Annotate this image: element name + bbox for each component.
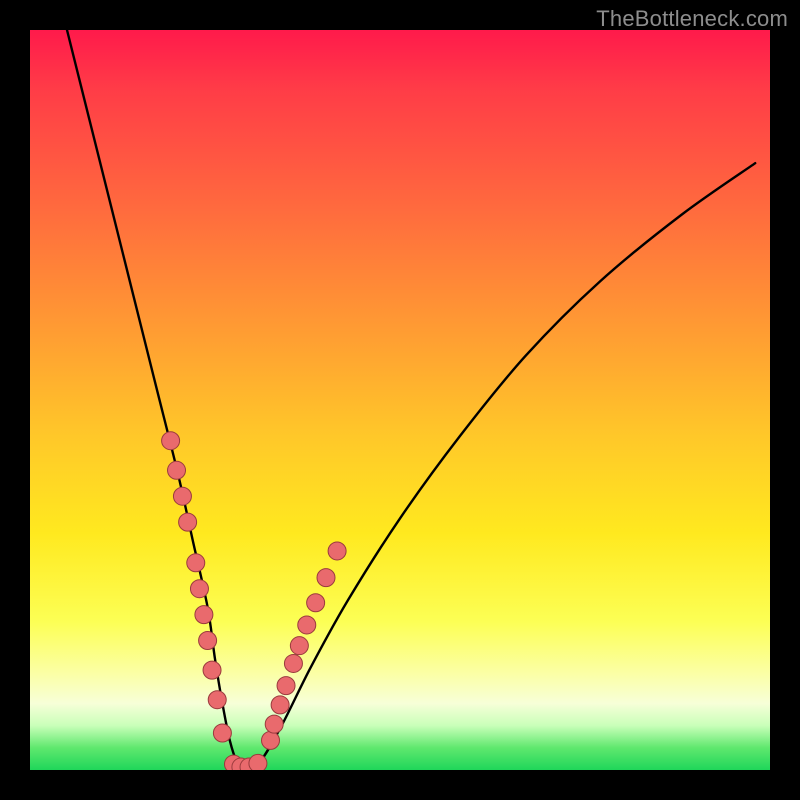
watermark-text: TheBottleneck.com [596, 6, 788, 32]
data-marker [213, 724, 231, 742]
bottleneck-curve [67, 30, 755, 770]
curve-layer [67, 30, 755, 770]
data-marker [168, 461, 186, 479]
data-marker [307, 594, 325, 612]
marker-layer [162, 432, 347, 770]
data-marker [290, 637, 308, 655]
data-marker [208, 691, 226, 709]
data-marker [203, 661, 221, 679]
data-marker [173, 487, 191, 505]
data-marker [179, 513, 197, 531]
data-marker [262, 731, 280, 749]
data-marker [195, 606, 213, 624]
chart-svg [30, 30, 770, 770]
plot-area [30, 30, 770, 770]
chart-frame: TheBottleneck.com [0, 0, 800, 800]
data-marker [277, 677, 295, 695]
data-marker [328, 542, 346, 560]
data-marker [162, 432, 180, 450]
data-marker [317, 569, 335, 587]
data-marker [199, 632, 217, 650]
data-marker [187, 554, 205, 572]
data-marker [284, 654, 302, 672]
data-marker [265, 715, 283, 733]
data-marker [298, 616, 316, 634]
data-marker [271, 696, 289, 714]
data-marker [249, 754, 267, 770]
data-marker [190, 580, 208, 598]
